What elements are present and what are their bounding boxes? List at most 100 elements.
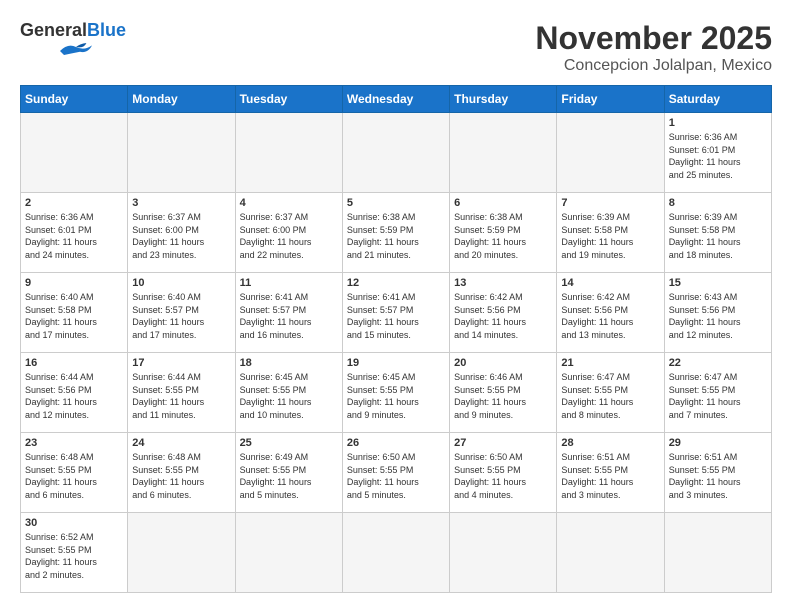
week-row-4: 23 Sunrise: 6:48 AM Sunset: 5:55 PM Dayli… <box>21 433 772 513</box>
calendar-cell: 24Sunrise: 6:48 AM Sunset: 5:55 PM Dayli… <box>128 433 235 513</box>
calendar-cell <box>235 113 342 193</box>
logo-general: General <box>20 20 87 41</box>
day-number: 2 <box>25 197 123 209</box>
week-row-3: 16Sunrise: 6:44 AM Sunset: 5:56 PM Dayli… <box>21 353 772 433</box>
day-number: 12 <box>347 277 445 289</box>
day-info: Sunrise: 6:47 AM Sunset: 5:55 PM Dayligh… <box>669 371 767 421</box>
calendar-cell <box>128 513 235 593</box>
week-row-0: 1 Sunrise: 6:36 AM Sunset: 6:01 PM Daylig… <box>21 113 772 193</box>
day-number: 15 <box>669 277 767 289</box>
weekday-header-saturday: Saturday <box>664 86 771 113</box>
day-number: 4 <box>240 197 338 209</box>
calendar-cell: 10 Sunrise: 6:40 AM Sunset: 5:57 PM Dayli… <box>128 273 235 353</box>
day-info: Sunrise: 6:38 AM Sunset: 5:59 PM Dayligh… <box>347 211 445 261</box>
day-info: Sunrise: 6:37 AM Sunset: 6:00 PM Dayligh… <box>240 211 338 261</box>
calendar-cell: 17 Sunrise: 6:44 AM Sunset: 5:55 PM Dayli… <box>128 353 235 433</box>
day-info: Sunrise: 6:43 AM Sunset: 5:56 PM Dayligh… <box>669 291 767 341</box>
day-info: Sunrise: 6:48 AM Sunset: 5:55 PM Dayligh… <box>25 451 123 501</box>
day-info: Sunrise: 6:42 AM Sunset: 5:56 PM Dayligh… <box>454 291 552 341</box>
day-info: Sunrise: 6:47 AM Sunset: 5:55 PM Dayligh… <box>561 371 659 421</box>
logo: General Blue <box>20 20 126 59</box>
calendar-cell: 2Sunrise: 6:36 AM Sunset: 6:01 PM Daylig… <box>21 193 128 273</box>
day-number: 13 <box>454 277 552 289</box>
day-info: Sunrise: 6:39 AM Sunset: 5:58 PM Dayligh… <box>561 211 659 261</box>
day-info: Sunrise: 6:41 AM Sunset: 5:57 PM Dayligh… <box>240 291 338 341</box>
weekday-header-tuesday: Tuesday <box>235 86 342 113</box>
day-number: 28 <box>561 437 659 449</box>
calendar-cell: 6 Sunrise: 6:38 AM Sunset: 5:59 PM Daylig… <box>450 193 557 273</box>
calendar-cell <box>664 513 771 593</box>
day-info: Sunrise: 6:45 AM Sunset: 5:55 PM Dayligh… <box>240 371 338 421</box>
day-info: Sunrise: 6:50 AM Sunset: 5:55 PM Dayligh… <box>454 451 552 501</box>
day-info: Sunrise: 6:39 AM Sunset: 5:58 PM Dayligh… <box>669 211 767 261</box>
week-row-5: 30Sunrise: 6:52 AM Sunset: 5:55 PM Dayli… <box>21 513 772 593</box>
day-info: Sunrise: 6:51 AM Sunset: 5:55 PM Dayligh… <box>669 451 767 501</box>
weekday-header-row: SundayMondayTuesdayWednesdayThursdayFrid… <box>21 86 772 113</box>
calendar-cell: 14Sunrise: 6:42 AM Sunset: 5:56 PM Dayli… <box>557 273 664 353</box>
weekday-header-thursday: Thursday <box>450 86 557 113</box>
calendar-cell <box>450 513 557 593</box>
calendar-cell: 11 Sunrise: 6:41 AM Sunset: 5:57 PM Dayli… <box>235 273 342 353</box>
day-info: Sunrise: 6:44 AM Sunset: 5:55 PM Dayligh… <box>132 371 230 421</box>
day-number: 23 <box>25 437 123 449</box>
day-number: 17 <box>132 357 230 369</box>
day-info: Sunrise: 6:45 AM Sunset: 5:55 PM Dayligh… <box>347 371 445 421</box>
calendar-cell: 3Sunrise: 6:37 AM Sunset: 6:00 PM Daylig… <box>128 193 235 273</box>
day-number: 18 <box>240 357 338 369</box>
calendar-cell: 4 Sunrise: 6:37 AM Sunset: 6:00 PM Daylig… <box>235 193 342 273</box>
calendar-cell: 28 Sunrise: 6:51 AM Sunset: 5:55 PM Dayli… <box>557 433 664 513</box>
calendar-cell: 15 Sunrise: 6:43 AM Sunset: 5:56 PM Dayli… <box>664 273 771 353</box>
day-number: 11 <box>240 277 338 289</box>
day-number: 30 <box>25 517 123 529</box>
day-number: 1 <box>669 117 767 129</box>
calendar-cell: 26Sunrise: 6:50 AM Sunset: 5:55 PM Dayli… <box>342 433 449 513</box>
week-row-2: 9 Sunrise: 6:40 AM Sunset: 5:58 PM Daylig… <box>21 273 772 353</box>
day-number: 27 <box>454 437 552 449</box>
calendar-cell: 16Sunrise: 6:44 AM Sunset: 5:56 PM Dayli… <box>21 353 128 433</box>
day-info: Sunrise: 6:42 AM Sunset: 5:56 PM Dayligh… <box>561 291 659 341</box>
week-row-1: 2Sunrise: 6:36 AM Sunset: 6:01 PM Daylig… <box>21 193 772 273</box>
calendar-cell: 22Sunrise: 6:47 AM Sunset: 5:55 PM Dayli… <box>664 353 771 433</box>
location-title: Concepcion Jolalpan, Mexico <box>535 57 772 75</box>
day-number: 3 <box>132 197 230 209</box>
weekday-header-sunday: Sunday <box>21 86 128 113</box>
calendar-cell: 29 Sunrise: 6:51 AM Sunset: 5:55 PM Dayli… <box>664 433 771 513</box>
calendar-cell: 19 Sunrise: 6:45 AM Sunset: 5:55 PM Dayli… <box>342 353 449 433</box>
day-info: Sunrise: 6:40 AM Sunset: 5:57 PM Dayligh… <box>132 291 230 341</box>
calendar-cell: 7 Sunrise: 6:39 AM Sunset: 5:58 PM Daylig… <box>557 193 664 273</box>
calendar-cell <box>128 113 235 193</box>
calendar-cell <box>235 513 342 593</box>
day-info: Sunrise: 6:36 AM Sunset: 6:01 PM Dayligh… <box>669 131 767 181</box>
calendar-cell: 18 Sunrise: 6:45 AM Sunset: 5:55 PM Dayli… <box>235 353 342 433</box>
day-info: Sunrise: 6:49 AM Sunset: 5:55 PM Dayligh… <box>240 451 338 501</box>
day-info: Sunrise: 6:46 AM Sunset: 5:55 PM Dayligh… <box>454 371 552 421</box>
calendar-cell: 5Sunrise: 6:38 AM Sunset: 5:59 PM Daylig… <box>342 193 449 273</box>
calendar-table: SundayMondayTuesdayWednesdayThursdayFrid… <box>20 85 772 593</box>
day-info: Sunrise: 6:44 AM Sunset: 5:56 PM Dayligh… <box>25 371 123 421</box>
title-block: November 2025 Concepcion Jolalpan, Mexic… <box>535 20 772 75</box>
bird-icon <box>56 39 96 59</box>
day-info: Sunrise: 6:40 AM Sunset: 5:58 PM Dayligh… <box>25 291 123 341</box>
day-number: 24 <box>132 437 230 449</box>
day-number: 26 <box>347 437 445 449</box>
calendar-cell <box>21 113 128 193</box>
calendar-cell <box>342 513 449 593</box>
logo-blue: Blue <box>87 20 126 41</box>
day-number: 29 <box>669 437 767 449</box>
calendar-cell: 30Sunrise: 6:52 AM Sunset: 5:55 PM Dayli… <box>21 513 128 593</box>
calendar-cell: 27 Sunrise: 6:50 AM Sunset: 5:55 PM Dayli… <box>450 433 557 513</box>
day-number: 19 <box>347 357 445 369</box>
day-number: 6 <box>454 197 552 209</box>
month-title: November 2025 <box>535 20 772 57</box>
day-info: Sunrise: 6:38 AM Sunset: 5:59 PM Dayligh… <box>454 211 552 261</box>
day-number: 9 <box>25 277 123 289</box>
weekday-header-monday: Monday <box>128 86 235 113</box>
calendar-cell <box>557 113 664 193</box>
calendar-cell: 21Sunrise: 6:47 AM Sunset: 5:55 PM Dayli… <box>557 353 664 433</box>
day-info: Sunrise: 6:51 AM Sunset: 5:55 PM Dayligh… <box>561 451 659 501</box>
day-number: 10 <box>132 277 230 289</box>
day-number: 25 <box>240 437 338 449</box>
day-number: 7 <box>561 197 659 209</box>
calendar-cell: 12Sunrise: 6:41 AM Sunset: 5:57 PM Dayli… <box>342 273 449 353</box>
calendar-cell: 13 Sunrise: 6:42 AM Sunset: 5:56 PM Dayli… <box>450 273 557 353</box>
